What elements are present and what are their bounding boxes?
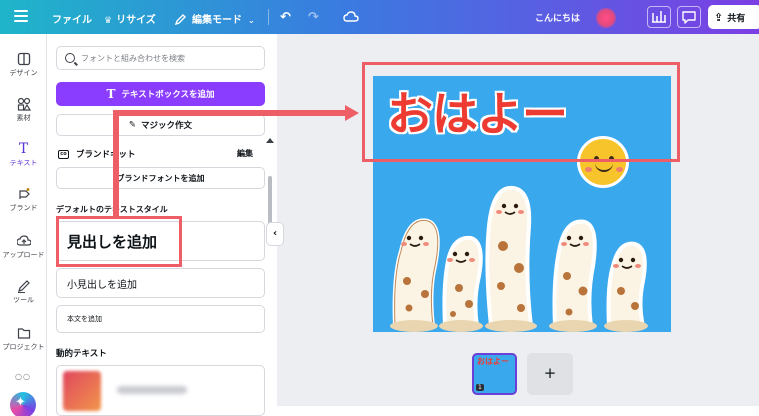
draw-icon <box>17 280 30 293</box>
dynamic-text-card[interactable] <box>56 365 265 416</box>
layout-icon <box>17 52 30 66</box>
rail-item-text[interactable]: T テキスト <box>0 142 47 168</box>
add-textbox-button[interactable]: T テキストボックスを追加 <box>56 82 265 106</box>
brand-icon <box>18 188 30 199</box>
rail-label: ツール <box>13 296 34 304</box>
comment-icon <box>682 11 696 24</box>
edit-mode-label: 編集モード <box>192 15 242 26</box>
brand-kit-label: ブランドキット <box>76 150 136 160</box>
brand-kit-edit-link[interactable]: 編集 <box>237 148 253 159</box>
search-icon <box>65 53 75 63</box>
dynamic-text-heading: 動的テキスト <box>56 349 107 359</box>
insights-button[interactable] <box>647 6 671 28</box>
rail-label: ブランド <box>9 204 38 212</box>
search-placeholder: フォントと組み合わせを検索 <box>81 53 185 63</box>
resize-label: リサイズ <box>116 15 156 26</box>
left-rail: デザイン 素材 T テキスト ブランド アップロード ツール プロジェクト <box>0 34 47 416</box>
add-subheading-button[interactable]: 小見出しを追加 <box>56 268 265 298</box>
upload-icon <box>16 235 31 246</box>
magic-write-button[interactable]: ✎ マジック作文 <box>56 114 265 136</box>
page-thumbnail-text: おはよー <box>477 357 509 366</box>
rail-label: 素材 <box>16 114 31 122</box>
undo-icon[interactable]: ↶ <box>280 10 291 25</box>
sparkle-icon: ✦ <box>15 395 26 410</box>
elements-icon <box>17 97 31 111</box>
greeting-text: こんにちは <box>535 14 581 24</box>
more-apps-icon[interactable]: ○○ <box>15 372 31 381</box>
resize-button[interactable]: ♛ リサイズ <box>104 11 156 26</box>
highlight-arrow-line-horizontal <box>113 110 351 116</box>
highlight-arrow-head <box>345 105 359 121</box>
share-icon: ⇪ <box>714 10 724 24</box>
share-button[interactable]: ⇪ 共有 <box>708 5 759 29</box>
dynamic-text-thumbnail <box>63 371 101 411</box>
text-icon: T <box>106 87 116 101</box>
magic-wand-icon: ✎ <box>128 120 137 130</box>
add-page-button[interactable]: + <box>527 353 573 395</box>
magic-write-label: マジック作文 <box>141 121 193 131</box>
redo-icon[interactable]: ↷ <box>308 10 319 25</box>
default-text-styles-heading: デフォルトのテキストスタイル <box>56 205 168 214</box>
top-bar: ファイル ♛ リサイズ 編集モード ⌄ ↶ ↷ こんにちは ⇪ 共有 <box>0 0 759 34</box>
share-label: 共有 <box>727 13 746 24</box>
edit-mode-dropdown[interactable]: 編集モード ⌄ <box>175 11 255 26</box>
avatar[interactable] <box>596 8 616 28</box>
brand-kit-header: co ブランドキット <box>58 148 136 160</box>
rail-label: プロジェクト <box>2 343 45 351</box>
rail-label: デザイン <box>9 69 38 77</box>
rail-label: テキスト <box>9 159 38 167</box>
scroll-up-icon[interactable] <box>266 138 274 143</box>
menu-icon[interactable] <box>14 10 28 22</box>
rail-item-upload[interactable]: アップロード <box>0 234 47 260</box>
rail-item-design[interactable]: デザイン <box>0 52 47 78</box>
highlight-box-heading <box>56 216 182 267</box>
crown-icon: ♛ <box>104 16 113 26</box>
font-search-input[interactable]: フォントと組み合わせを検索 <box>56 46 265 70</box>
add-brand-font-button[interactable]: ブランドフォントを追加 <box>56 167 265 189</box>
bottom-toolbar <box>277 406 759 416</box>
page-number-badge: 1 <box>476 384 484 391</box>
rail-label: アップロード <box>2 251 45 259</box>
rail-item-brand[interactable]: ブランド <box>0 187 47 213</box>
rail-item-elements[interactable]: 素材 <box>0 97 47 123</box>
bar-chart-icon <box>652 11 666 23</box>
dynamic-text-label-blurred <box>117 386 187 394</box>
rail-item-tools[interactable]: ツール <box>0 279 47 305</box>
divider <box>268 9 269 25</box>
chevron-left-icon: ‹ <box>272 228 278 239</box>
chevron-down-icon: ⌄ <box>248 16 255 25</box>
collapse-panel-button[interactable]: ‹ <box>266 222 284 246</box>
comment-button[interactable] <box>677 6 701 28</box>
text-icon: T <box>18 141 29 157</box>
brand-kit-icon: co <box>58 149 69 159</box>
highlight-box-canvas-text <box>362 62 680 162</box>
highlight-arrow-line-vertical <box>113 112 119 216</box>
magic-assistant-button[interactable]: ✦ <box>10 392 36 416</box>
rail-item-projects[interactable]: プロジェクト <box>0 326 47 352</box>
cloud-save-icon[interactable] <box>343 10 359 24</box>
pencil-icon <box>175 14 186 25</box>
add-body-text-button[interactable]: 本文を追加 <box>56 305 265 333</box>
file-menu[interactable]: ファイル <box>52 11 92 26</box>
folder-icon <box>17 328 30 339</box>
add-textbox-label: テキストボックスを追加 <box>121 90 215 100</box>
page-thumbnail[interactable]: おはよー 1 <box>472 353 517 395</box>
